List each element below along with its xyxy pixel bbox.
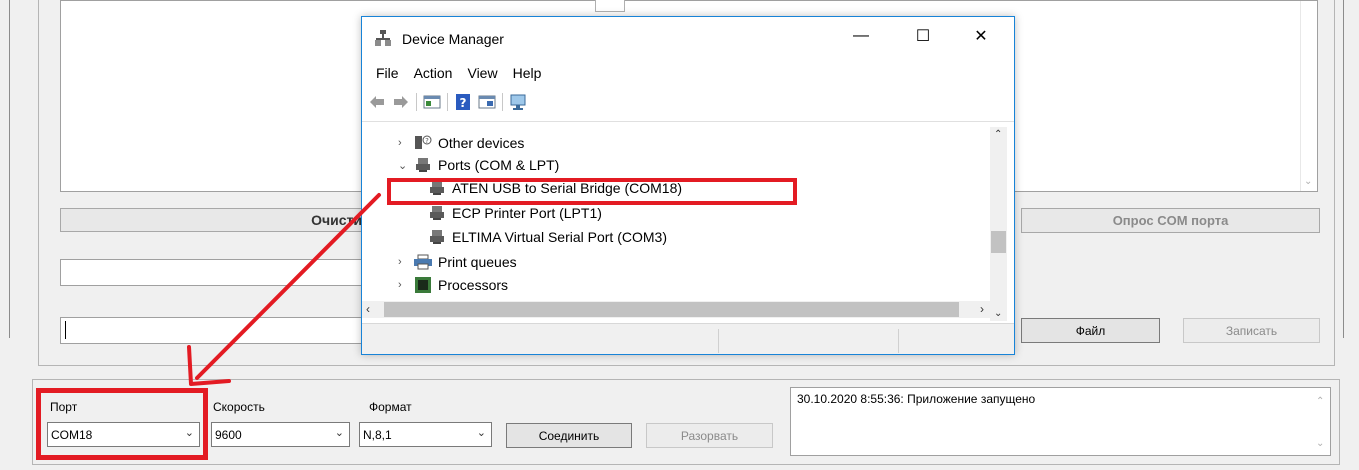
status-log[interactable]: 30.10.2020 8:55:36: Приложение запущено … [790,387,1331,456]
processor-icon [415,277,431,293]
expand-icon[interactable]: › [398,279,412,291]
poll-com-port-button[interactable]: Опрос COM порта [1021,208,1320,233]
write-button[interactable]: Записать [1183,318,1320,343]
command-input[interactable] [60,259,363,286]
minimize-icon: — [853,27,869,44]
chevron-down-icon[interactable]: ⌄ [477,426,486,439]
device-tree[interactable]: › ? Other devices ⌄ Ports (COM & LPT) AT… [362,127,1014,321]
toolbar-separator [416,93,417,111]
svg-text:?: ? [425,137,429,145]
speed-select[interactable]: 9600 ⌄ [211,422,350,447]
file-button[interactable]: Файл [1021,318,1160,343]
scroll-thumb[interactable] [991,231,1006,253]
device-manager-icon [375,30,391,46]
connect-button[interactable]: Соединить [506,423,632,448]
toolbar-separator [502,93,503,111]
status-bar [362,323,1014,354]
scroll-down-icon[interactable]: ⌄ [994,308,1002,319]
disconnect-button[interactable]: Разорвать [646,423,773,448]
status-bar-divider [718,329,719,353]
disconnect-button-label: Разорвать [680,428,739,443]
tree-item-eltima-virtual-port[interactable]: ELTIMA Virtual Serial Port (COM3) [426,226,667,248]
scroll-up-icon[interactable]: ⌃ [994,129,1002,140]
tree-item-label: Other devices [438,135,525,151]
tree-vertical-scrollbar[interactable]: ⌃ ⌄ [990,127,1007,321]
write-button-label: Записать [1225,323,1278,338]
menu-bar: File Action View Help [376,65,556,81]
send-input[interactable] [60,317,363,344]
format-select-value: N,8,1 [363,427,392,442]
tree-item-ecp-printer-port[interactable]: ECP Printer Port (LPT1) [426,202,602,224]
speed-label: Скорость [213,400,265,414]
menu-help[interactable]: Help [513,65,542,81]
scroll-up-icon[interactable]: ⌃ [1316,396,1324,407]
tree-item-label: ELTIMA Virtual Serial Port (COM3) [452,229,667,245]
tree-horizontal-scrollbar[interactable]: ‹ › [362,301,990,318]
menu-action[interactable]: Action [414,65,453,81]
menu-file[interactable]: File [376,65,399,81]
tree-item-label: ECP Printer Port (LPT1) [452,205,602,221]
maximize-button[interactable]: ☐ [900,21,946,51]
toolbar-separator [447,93,448,111]
forward-icon[interactable] [392,93,410,111]
group-border-left [38,0,39,366]
scroll-down-icon[interactable]: ⌄ [1304,176,1312,187]
app-border-left [9,0,10,338]
monitor-icon[interactable] [509,93,527,111]
format-label: Формат [369,400,412,414]
tree-item-label: Processors [438,277,509,293]
clear-button[interactable]: Очисти [60,208,363,232]
help-icon[interactable]: ? [454,93,472,111]
scroll-right-icon[interactable]: › [980,302,984,316]
format-select[interactable]: N,8,1 ⌄ [359,422,492,447]
group-border-right [1334,0,1335,366]
tree-item-other-devices[interactable]: › ? Other devices [398,132,524,154]
group-border-bottom [38,365,1335,366]
clear-button-label: Очисти [311,212,362,228]
port-icon [430,230,444,244]
toolbar-divider [362,121,1014,122]
text-caret [65,321,66,339]
svg-text:?: ? [460,96,467,110]
scroll-thumb[interactable] [384,302,959,317]
tree-item-ports[interactable]: ⌄ Ports (COM & LPT) [398,154,559,176]
port-icon [416,158,430,172]
unknown-device-icon: ? [415,135,432,149]
collapse-icon[interactable]: ⌄ [398,159,412,172]
port-icon [430,206,444,220]
update-driver-icon[interactable] [478,93,496,111]
scroll-down-icon[interactable]: ⌄ [1316,438,1324,449]
connect-button-label: Соединить [538,428,600,443]
window-title: Device Manager [402,31,504,47]
poll-com-port-label: Опрос COM порта [1112,213,1229,228]
file-button-label: Файл [1075,323,1106,338]
status-log-text: 30.10.2020 8:55:36: Приложение запущено [797,392,1036,406]
tree-item-label: Print queues [438,254,517,270]
app-border-right [1343,0,1344,338]
log-divider [595,0,625,12]
close-button[interactable]: ✕ [958,21,1004,51]
printer-icon [414,254,432,270]
expand-icon[interactable]: › [398,137,412,149]
menu-view[interactable]: View [467,65,497,81]
properties-icon[interactable] [423,93,441,111]
speed-select-value: 9600 [215,427,242,442]
scroll-left-icon[interactable]: ‹ [366,302,370,316]
close-icon: ✕ [974,28,988,45]
status-scrollbar[interactable]: ⌃ ⌄ [1312,388,1330,455]
status-bar-divider [898,329,899,353]
chevron-down-icon[interactable]: ⌄ [335,426,344,439]
highlight-aten-device [387,178,797,205]
tree-item-print-queues[interactable]: › Print queues [398,251,517,273]
maximize-icon: ☐ [915,28,931,45]
toolbar: ? [368,91,527,113]
expand-icon[interactable]: › [398,256,412,268]
minimize-button[interactable]: — [838,21,884,51]
tree-item-processors[interactable]: › Processors [398,274,508,296]
highlight-port-select [36,388,208,460]
log-scrollbar[interactable]: ⌄ [1300,1,1317,191]
tree-item-label: Ports (COM & LPT) [438,157,560,173]
back-icon[interactable] [368,93,386,111]
